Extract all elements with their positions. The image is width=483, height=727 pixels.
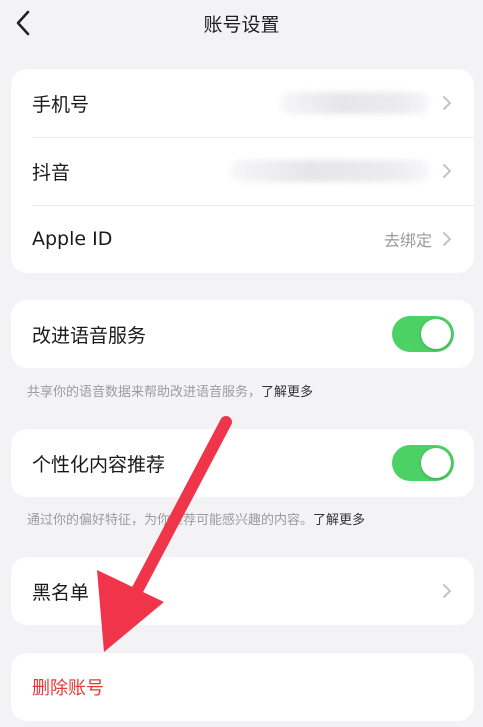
chevron-right-icon <box>442 582 454 600</box>
bindings-card: 手机号 抖音 Apple ID 去绑定 <box>11 69 474 273</box>
row-value: 去绑定 <box>383 231 432 250</box>
toggle-knob <box>421 448 451 478</box>
chevron-right-icon <box>442 94 454 112</box>
row-blacklist[interactable]: 黑名单 <box>11 557 474 625</box>
personalized-toggle[interactable] <box>392 445 454 481</box>
delete-card: 删除账号 <box>11 653 474 721</box>
row-douyin[interactable]: 抖音 <box>11 137 474 205</box>
voice-toggle[interactable] <box>392 316 454 352</box>
delete-account-button[interactable]: 删除账号 <box>11 653 474 721</box>
personalized-card: 个性化内容推荐 <box>11 429 474 497</box>
row-personalized: 个性化内容推荐 <box>11 429 474 497</box>
learn-more-link[interactable]: 了解更多 <box>261 385 313 400</box>
header: 账号设置 <box>0 0 483 46</box>
masked-value <box>230 160 430 182</box>
note-text: 通过你的偏好特征，为你推荐可能感兴趣的内容。 <box>27 513 314 528</box>
chevron-right-icon <box>442 230 454 248</box>
row-label: 手机号 <box>32 93 90 116</box>
delete-account-label: 删除账号 <box>32 678 104 699</box>
note-text: 共享你的语音数据来帮助改进语音服务， <box>27 385 262 400</box>
masked-value <box>280 92 430 114</box>
voice-card: 改进语音服务 <box>11 300 474 368</box>
blacklist-card: 黑名单 <box>11 557 474 625</box>
row-label: 黑名单 <box>32 581 90 604</box>
chevron-right-icon <box>442 162 454 180</box>
row-label: 抖音 <box>32 161 71 184</box>
page-title: 账号设置 <box>203 14 280 36</box>
row-phone[interactable]: 手机号 <box>11 69 474 137</box>
personalized-note: 通过你的偏好特征，为你推荐可能感兴趣的内容。了解更多 <box>27 509 365 528</box>
voice-note: 共享你的语音数据来帮助改进语音服务，了解更多 <box>27 381 313 400</box>
row-label: 个性化内容推荐 <box>32 453 166 476</box>
row-label: Apple ID <box>32 228 113 250</box>
learn-more-link[interactable]: 了解更多 <box>313 513 365 528</box>
toggle-knob <box>421 319 451 349</box>
row-apple-id[interactable]: Apple ID 去绑定 <box>11 205 474 273</box>
row-voice-service: 改进语音服务 <box>11 300 474 368</box>
row-label: 改进语音服务 <box>32 324 147 347</box>
